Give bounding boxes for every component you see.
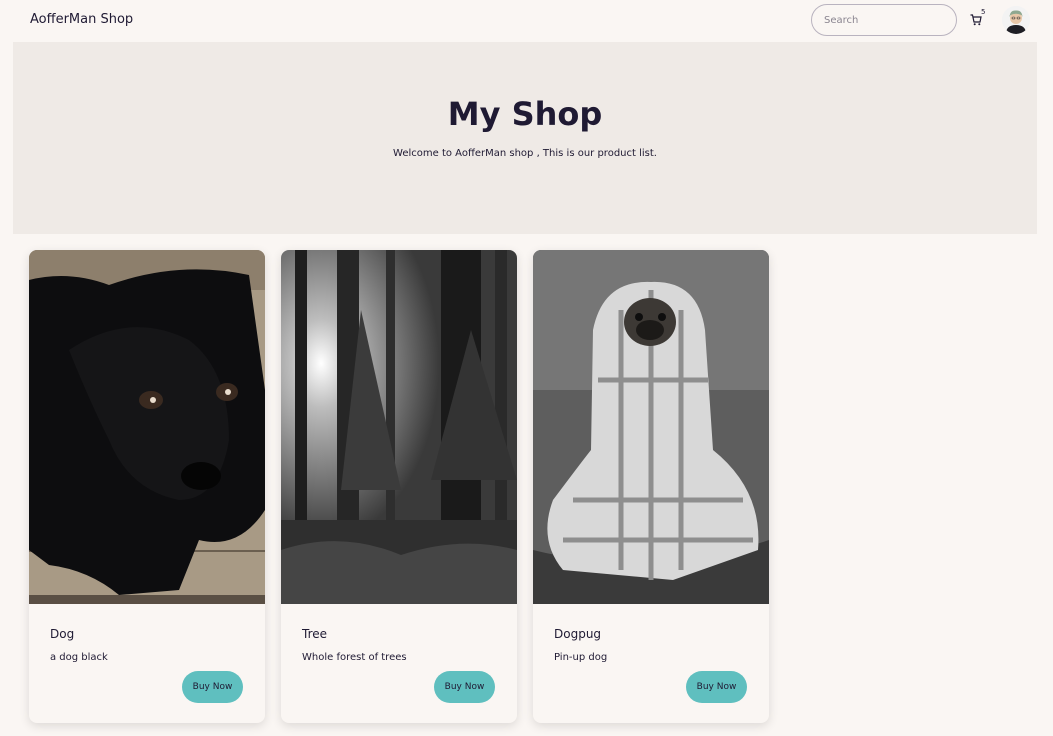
product-description: Whole forest of trees [302,652,407,663]
user-avatar-icon [1002,6,1030,34]
hero-banner: My Shop Welcome to AofferMan shop , This… [13,42,1037,234]
product-description: Pin-up dog [554,652,608,663]
product-image-dog [29,250,265,604]
product-image-dogpug [533,250,769,604]
product-description: a dog black [50,652,108,663]
cart-count-badge: 5 [981,8,986,16]
product-title: Tree [302,627,328,641]
search-input[interactable] [811,4,957,36]
avatar[interactable] [1002,6,1030,34]
buy-now-button[interactable]: Buy Now [686,671,747,703]
page-subtitle: Welcome to AofferMan shop , This is our … [393,148,657,159]
product-title: Dog [50,627,75,641]
product-card: Tree Whole forest of trees Buy Now [281,250,517,723]
buy-now-button[interactable]: Buy Now [434,671,495,703]
product-card: Dogpug Pin-up dog Buy Now [533,250,769,723]
cart-button[interactable]: 5 [970,8,988,28]
product-title: Dogpug [554,627,602,641]
page-title: My Shop [447,95,603,133]
navbar: AofferMan Shop 5 [0,0,1053,42]
product-card: Dog a dog black Buy Now [29,250,265,723]
product-image-tree [281,250,517,604]
brand-title[interactable]: AofferMan Shop [30,12,133,27]
buy-now-button[interactable]: Buy Now [182,671,243,703]
